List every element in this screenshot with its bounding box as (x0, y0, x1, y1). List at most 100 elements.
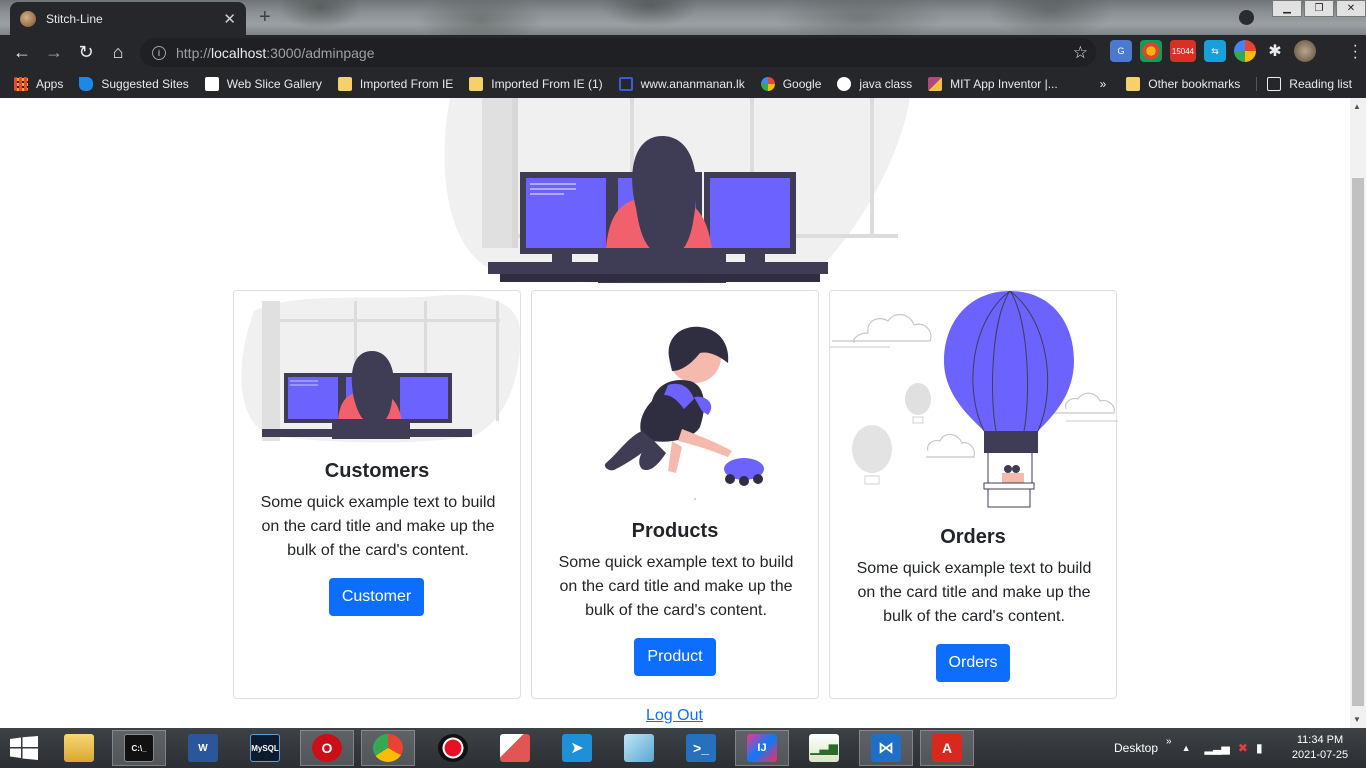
address-bar[interactable]: i http://localhost:3000/adminpage ☆ (140, 38, 1096, 67)
bookmark-star-icon[interactable]: ☆ (1073, 43, 1088, 63)
taskbar-command-prompt[interactable]: C:\_ (112, 730, 166, 766)
taskbar-snipping-tool[interactable] (488, 730, 542, 766)
orders-button[interactable]: Orders (936, 644, 1010, 682)
customers-card: Customers Some quick example text to bui… (233, 290, 521, 699)
minimize-button[interactable]: ▁ (1272, 0, 1302, 17)
bookmark-label: www.ananmanan.lk (640, 77, 745, 91)
scrollbar-thumb[interactable] (1352, 178, 1364, 706)
folder-icon (1126, 77, 1141, 91)
home-icon[interactable]: ⌂ (102, 37, 134, 69)
bookmark-google[interactable]: Google (760, 77, 821, 91)
taskbar-powershell[interactable]: >_ (674, 730, 728, 766)
taskbar-mysql[interactable]: MySQL (238, 730, 292, 766)
intellij-icon: IJ (747, 734, 777, 762)
close-window-button[interactable]: ✕ (1336, 0, 1366, 17)
taskbar-clock[interactable]: 11:34 PM 2021-07-25 (1288, 733, 1352, 763)
bookmark-imported-from-ie-1[interactable]: Imported From IE (1) (469, 77, 603, 91)
product-button[interactable]: Product (634, 638, 716, 676)
chart-app-icon: ▁▃▆ (809, 734, 839, 762)
orders-card: Orders Some quick example text to build … (829, 290, 1118, 699)
bookmark-other-bookmarks[interactable]: Other bookmarks (1126, 77, 1240, 91)
profile-avatar[interactable] (1294, 40, 1316, 62)
acrobat-icon: A (932, 734, 962, 762)
bookmark-suggested-sites[interactable]: Suggested Sites (79, 77, 189, 91)
scroll-down-icon[interactable]: ▼ (1353, 715, 1361, 724)
bookmark-label: Imported From IE (359, 77, 454, 91)
apps-grid-icon (14, 77, 28, 91)
taskbar-chart-app[interactable]: ▁▃▆ (797, 730, 851, 766)
record-icon (438, 734, 468, 762)
back-icon[interactable]: ← (6, 37, 38, 69)
taskbar-word[interactable]: W (176, 730, 230, 766)
url-scheme: http:// (176, 44, 212, 61)
page-scrollbar[interactable]: ▲ ▼ (1350, 98, 1366, 728)
bookmark-imported-from-ie[interactable]: Imported From IE (337, 77, 454, 91)
site-info-icon[interactable]: i (152, 45, 166, 60)
url-path: :3000/adminpage (266, 44, 375, 61)
sync-app-icon: ➤ (562, 734, 592, 762)
folder-icon (337, 77, 352, 91)
snipping-tool-icon (500, 734, 530, 762)
chrome-menu-icon[interactable]: · · · (1353, 38, 1358, 66)
battery-icon[interactable]: ▮ (1256, 741, 1263, 755)
mail-extension-icon[interactable]: 15044 (1170, 40, 1196, 62)
color-extension-icon[interactable] (1234, 40, 1256, 62)
bookmark-label: Other bookmarks (1148, 77, 1241, 91)
customer-button[interactable]: Customer (329, 578, 424, 616)
page-viewport: Customers Some quick example text to bui… (0, 98, 1350, 728)
command-prompt-icon: C:\_ (124, 734, 154, 762)
word-icon: W (188, 734, 218, 762)
taskbar-vscode[interactable]: ⋈ (859, 730, 913, 766)
scroll-up-icon[interactable]: ▲ (1353, 102, 1361, 111)
windows-start-icon[interactable] (10, 736, 38, 760)
tab-title: Stitch-Line (46, 11, 103, 26)
close-tab-icon[interactable]: ✕ (223, 10, 236, 28)
tab-stitch-line[interactable]: Stitch-Line ✕ (10, 2, 246, 35)
volume-muted-icon[interactable]: ✖ (1238, 741, 1248, 755)
bookmark-label: Apps (36, 77, 64, 91)
bookmark-java-class[interactable]: java class (837, 77, 912, 91)
taskbar-recorder[interactable] (426, 730, 480, 766)
taskbar-opera[interactable]: O (300, 730, 354, 766)
bookmark-label: Imported From IE (1) (491, 77, 603, 91)
bookmark-web-slice-gallery[interactable]: Web Slice Gallery (204, 77, 322, 91)
bookmark-label: java class (859, 77, 913, 91)
card-title: Orders (940, 526, 1006, 548)
taskbar-notes-app[interactable] (612, 730, 666, 766)
reading-list[interactable]: Reading list (1256, 77, 1352, 91)
reload-icon[interactable]: ↻ (70, 37, 102, 69)
toolbar-expand-icon[interactable]: » (1166, 736, 1172, 747)
taskbar-intellij[interactable]: IJ (735, 730, 789, 766)
globe-icon (837, 77, 852, 91)
apps-extension-icon[interactable] (1140, 40, 1162, 62)
vscode-icon: ⋈ (871, 734, 901, 762)
more-bookmarks-icon[interactable]: » (1100, 77, 1107, 91)
file-explorer-icon (64, 734, 94, 762)
bookmark-mit-app-inventor[interactable]: MIT App Inventor |... (928, 77, 1058, 91)
sync-extension-icon[interactable]: ⇆ (1204, 40, 1226, 62)
bookmark-ananmanan[interactable]: www.ananmanan.lk (618, 77, 745, 91)
reading-list-icon (1267, 77, 1282, 91)
taskbar-file-explorer[interactable] (52, 730, 106, 766)
bookmark-apps[interactable]: Apps (14, 77, 63, 91)
orders-illustration (830, 291, 1118, 508)
logout-link[interactable]: Log Out (646, 707, 703, 725)
show-hidden-icons[interactable]: ▲ (1182, 743, 1191, 753)
puzzle-extensions-icon[interactable]: ✱ (1264, 40, 1286, 62)
taskbar-sync-app[interactable]: ➤ (550, 730, 604, 766)
card-text: Some quick example text to build on the … (558, 554, 794, 619)
chrome-icon (373, 734, 403, 762)
taskbar-acrobat[interactable]: A (920, 730, 974, 766)
tab-search-icon[interactable] (1239, 10, 1254, 25)
restore-button[interactable]: ❐ (1304, 0, 1334, 17)
card-title: Products (631, 520, 719, 542)
products-illustration (604, 326, 764, 500)
network-signal-icon[interactable]: ▂▃▅ (1205, 742, 1230, 755)
new-tab-button[interactable]: + (259, 6, 271, 29)
system-tray: Desktop » ▲ ▂▃▅ ✖ ▮ (1114, 728, 1263, 768)
forward-icon[interactable]: → (38, 37, 70, 69)
bookmark-label: Suggested Sites (101, 77, 189, 91)
desktop-toolbar-label[interactable]: Desktop (1114, 741, 1158, 755)
taskbar-chrome[interactable] (361, 730, 415, 766)
translate-extension-icon[interactable]: G (1110, 40, 1132, 62)
